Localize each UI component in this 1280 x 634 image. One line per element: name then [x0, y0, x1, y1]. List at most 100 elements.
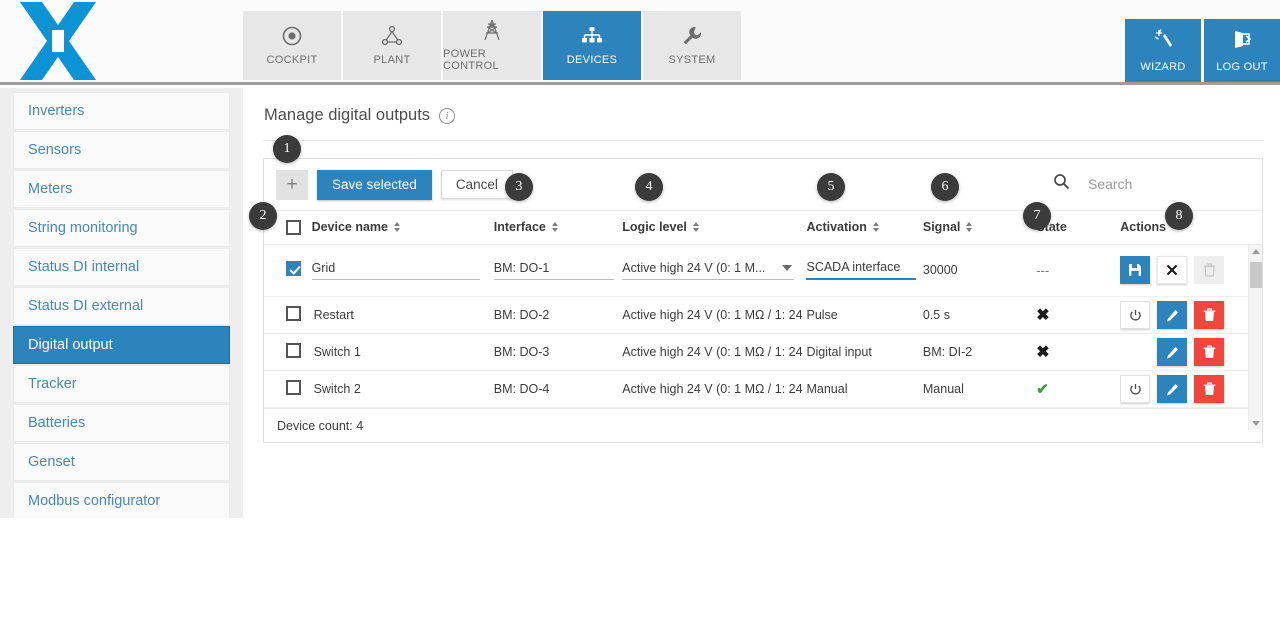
interface-input[interactable] [493, 260, 614, 280]
sidebar-item-batteries[interactable]: Batteries [13, 404, 230, 442]
chevron-down-icon [782, 264, 793, 271]
activation-value: Pulse [806, 308, 838, 322]
sidebar-item-meters[interactable]: Meters [13, 170, 230, 208]
sort-icon[interactable] [692, 221, 700, 233]
table-row[interactable]: Switch 1 BM: DO-3 Active high 24 V (0: 1… [264, 333, 1262, 371]
delete-row-button[interactable] [1194, 301, 1225, 329]
delete-row-button[interactable] [1194, 338, 1225, 366]
column-label: Signal [922, 220, 961, 235]
power-toggle-button[interactable] [1120, 375, 1151, 403]
column-logic-level[interactable]: Logic level [622, 211, 807, 245]
table-head: Device name Interface Logic level Activa… [264, 211, 1262, 245]
sidebar-item-modbus-configurator[interactable]: Modbus configurator [13, 482, 230, 520]
sidebar-item-status-di-external[interactable]: Status DI external [13, 287, 230, 325]
delete-row-button[interactable] [1194, 375, 1225, 403]
sidebar-item-inverters[interactable]: Inverters [13, 92, 230, 130]
state-off-icon: ✖ [1036, 307, 1050, 324]
logic-level-value: Active high 24 V (0: 1 MΩ / 1: 24 V DC [622, 345, 806, 359]
row-select-cell [264, 244, 312, 297]
info-icon[interactable]: i [439, 107, 456, 124]
cell-activation: Pulse [806, 296, 923, 334]
cell-logic-level: Active high 24 V (0: 1 M... [622, 244, 807, 297]
device-tree-icon [581, 25, 603, 47]
callout-badge-3: 3 [505, 173, 533, 201]
row-checkbox[interactable] [286, 343, 301, 358]
search-icon[interactable] [1053, 173, 1070, 195]
row-checkbox[interactable] [286, 261, 301, 277]
select-all-checkbox[interactable] [286, 219, 301, 235]
device-name-value: Switch 2 [313, 382, 361, 396]
sidebar-item-tracker[interactable]: Tracker [13, 365, 230, 403]
column-device-name[interactable]: Device name [311, 211, 494, 245]
tab-devices[interactable]: DEVICES [543, 11, 641, 80]
save-selected-button[interactable]: Save selected [317, 169, 432, 200]
sidebar-item-sensors[interactable]: Sensors [13, 131, 230, 169]
table-footer: Device count: 4 [264, 408, 1262, 442]
column-interface[interactable]: Interface [493, 211, 623, 245]
cell-state: ✖ [1036, 296, 1121, 334]
tab-power-control[interactable]: POWER CONTROL [443, 11, 541, 80]
cancel-button[interactable]: Cancel [440, 170, 513, 199]
sidebar-item-digital-output[interactable]: Digital output [13, 326, 230, 364]
row-select-cell [264, 296, 312, 334]
scroll-down-icon[interactable] [1252, 420, 1260, 426]
wizard-button[interactable]: WIZARD [1125, 19, 1201, 82]
tab-label: DEVICES [566, 54, 618, 66]
interface-value: BM: DO-3 [493, 345, 550, 359]
column-label: Device name [311, 220, 388, 235]
sidebar-item-genset[interactable]: Genset [13, 443, 230, 481]
sort-icon[interactable] [551, 221, 559, 233]
row-checkbox[interactable] [286, 306, 301, 321]
cancel-row-button[interactable] [1157, 256, 1188, 285]
table-row[interactable]: Switch 2 BM: DO-4 Active high 24 V (0: 1… [264, 370, 1262, 408]
tab-plant[interactable]: PLANT [343, 11, 441, 80]
tab-system[interactable]: SYSTEM [643, 11, 741, 80]
sidebar-item-label: Inverters [28, 103, 85, 119]
cell-logic-level: Active high 24 V (0: 1 MΩ / 1: 24 V DC [622, 333, 807, 371]
column-signal[interactable]: Signal [922, 211, 1037, 245]
top-right-actions: WIZARD LOG OUT [1125, 19, 1280, 82]
logout-button[interactable]: LOG OUT [1204, 19, 1280, 82]
logout-label: LOG OUT [1216, 61, 1268, 73]
edit-row-button[interactable] [1157, 301, 1188, 329]
device-name-input[interactable] [311, 260, 480, 280]
add-row-button[interactable]: + [276, 169, 308, 200]
callout-badge-6: 6 [931, 173, 959, 201]
sidebar-item-label: String monitoring [28, 220, 138, 236]
sidebar-item-string-monitoring[interactable]: String monitoring [13, 209, 230, 247]
sort-icon[interactable] [965, 221, 973, 233]
power-toggle-button[interactable] [1120, 301, 1151, 329]
row-checkbox[interactable] [286, 380, 301, 395]
tab-label: PLANT [373, 54, 411, 66]
table-scrollbar[interactable] [1248, 244, 1262, 430]
activation-input[interactable] [806, 260, 917, 281]
column-activation[interactable]: Activation [806, 211, 923, 245]
tab-cockpit[interactable]: COCKPIT [243, 11, 341, 80]
edit-row-button[interactable] [1157, 375, 1188, 403]
callout-badge-5: 5 [817, 173, 845, 201]
search-input[interactable] [1086, 175, 1246, 193]
save-row-button[interactable] [1120, 256, 1151, 285]
signal-value: 0.5 s [922, 308, 950, 322]
sidebar-item-label: Meters [28, 181, 73, 197]
logic-level-value: Active high 24 V (0: 1 MΩ / 1: 24 V DC [622, 382, 806, 396]
wrench-icon [681, 25, 703, 47]
sort-icon[interactable] [393, 221, 401, 233]
callout-badge-1: 1 [273, 135, 301, 163]
logic-level-select[interactable]: Active high 24 V (0: 1 M... [622, 261, 795, 280]
sidebar-item-status-di-internal[interactable]: Status DI internal [13, 248, 230, 286]
sidebar-item-label: Sensors [28, 142, 82, 158]
scrollbar-thumb[interactable] [1250, 261, 1262, 288]
table-row[interactable]: Active high 24 V (0: 1 M... 30000 --- [264, 244, 1262, 297]
cell-actions [1120, 296, 1262, 334]
interface-value: BM: DO-2 [493, 308, 550, 322]
cell-actions [1120, 244, 1262, 297]
cell-signal: Manual [922, 370, 1037, 408]
table-row[interactable]: Restart BM: DO-2 Active high 24 V (0: 1 … [264, 296, 1262, 334]
target-icon [281, 25, 303, 47]
cell-device-name [311, 244, 494, 297]
edit-row-button[interactable] [1157, 338, 1188, 366]
sort-icon[interactable] [872, 221, 880, 233]
scroll-up-icon[interactable] [1252, 248, 1260, 254]
search-area [1053, 173, 1246, 195]
